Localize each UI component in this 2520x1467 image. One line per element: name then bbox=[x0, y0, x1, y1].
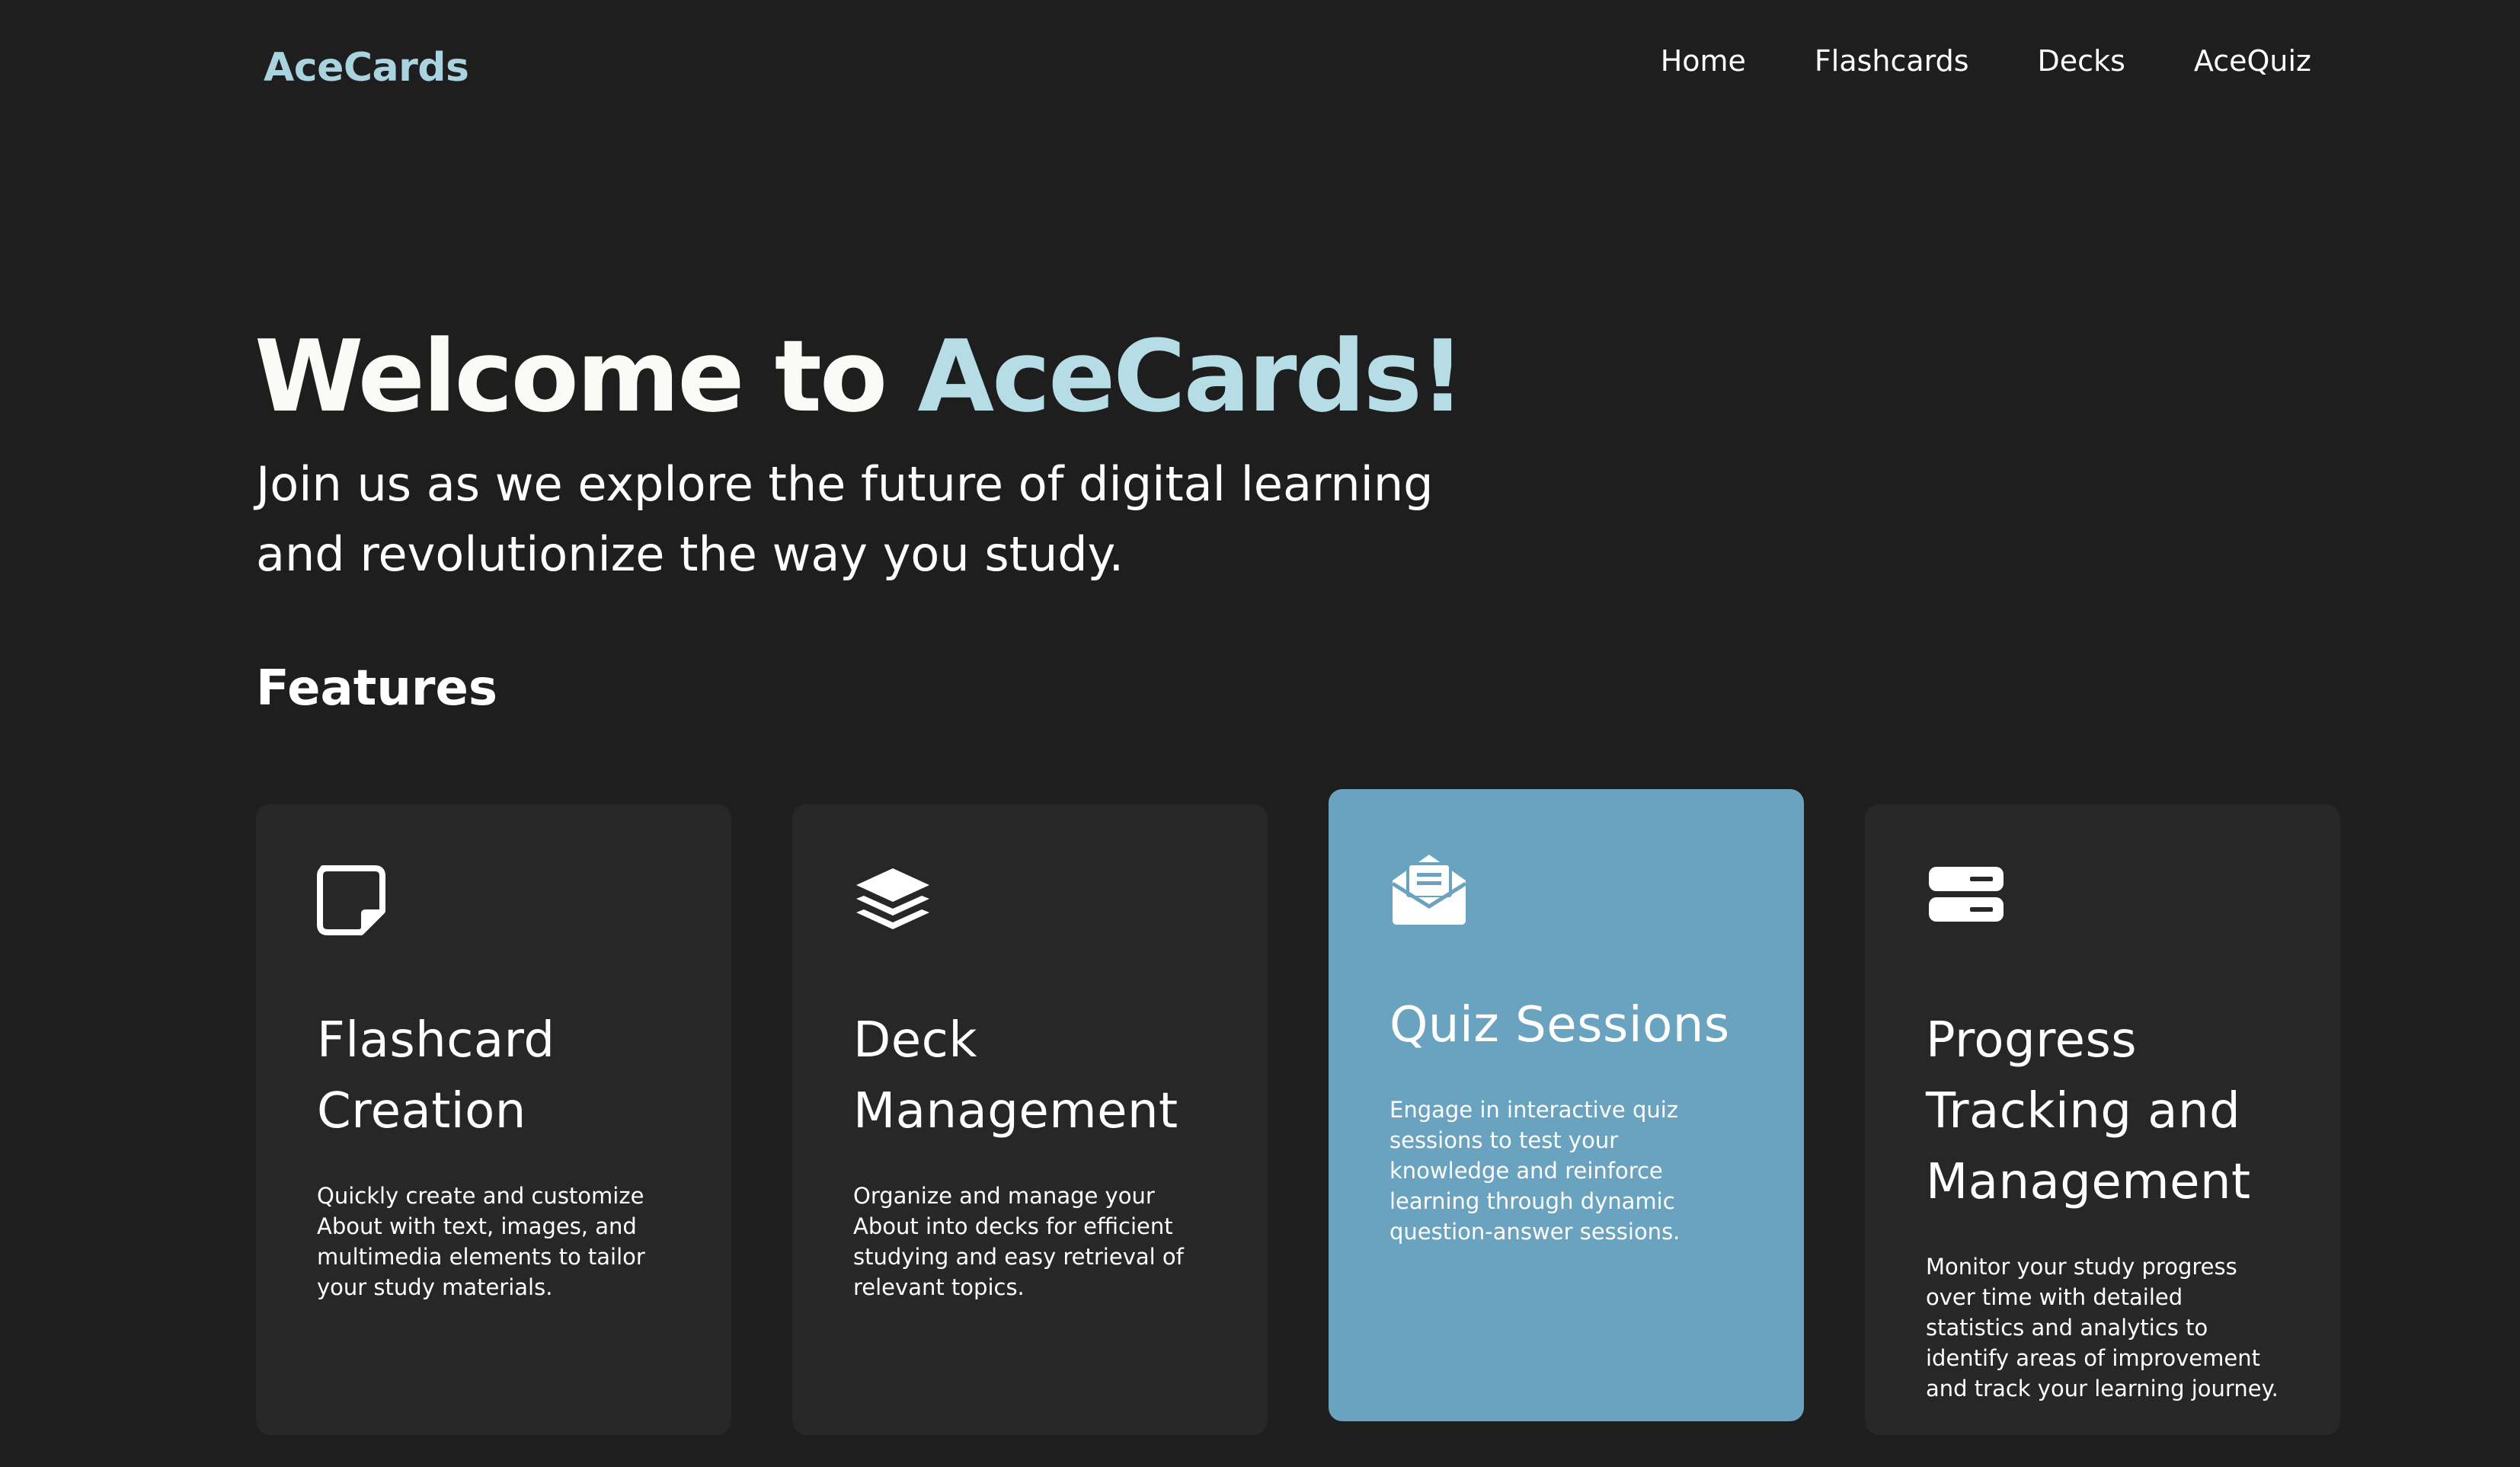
nav-link-decks[interactable]: Decks bbox=[2038, 44, 2125, 79]
feature-card-description: Organize and manage your About into deck… bbox=[853, 1183, 1184, 1300]
feature-card-quiz-sessions[interactable]: Quiz Sessions Engage in interactive quiz… bbox=[1329, 789, 1804, 1421]
hero-subtitle: Join us as we explore the future of digi… bbox=[256, 456, 1434, 582]
layers-icon bbox=[853, 865, 1207, 938]
feature-card-description: Quickly create and customize About with … bbox=[317, 1183, 645, 1300]
feature-card-title: Quiz Sessions bbox=[1390, 997, 1730, 1053]
feature-card-flashcard-creation[interactable]: Flashcard Creation Quickly create and cu… bbox=[256, 804, 731, 1435]
feature-card-description: Monitor your study progress over time wi… bbox=[1926, 1254, 2279, 1401]
feature-card-title: Deck Management bbox=[853, 1012, 1178, 1139]
hero-title: Welcome to AceCards! bbox=[254, 318, 1465, 434]
feature-card-progress-tracking[interactable]: Progress Tracking and Management Monitor… bbox=[1865, 804, 2340, 1435]
hero-title-prefix: Welcome to bbox=[254, 318, 918, 434]
envelope-open-text-icon bbox=[1390, 850, 1743, 925]
feature-card-deck-management[interactable]: Deck Management Organize and manage your… bbox=[792, 804, 1268, 1435]
features-heading: Features bbox=[256, 660, 497, 717]
nav-link-acequiz[interactable]: AceQuiz bbox=[2194, 44, 2311, 79]
feature-card-title: Progress Tracking and Management bbox=[1926, 1012, 2251, 1210]
server-icon bbox=[1926, 865, 2279, 938]
top-nav: Home Flashcards Decks AceQuiz bbox=[1661, 44, 2311, 79]
logo[interactable]: AceCards bbox=[264, 44, 469, 91]
sticky-note-icon bbox=[317, 865, 670, 938]
feature-card-title: Flashcard Creation bbox=[317, 1012, 555, 1139]
nav-link-home[interactable]: Home bbox=[1661, 44, 1746, 79]
nav-link-flashcards[interactable]: Flashcards bbox=[1815, 44, 1969, 79]
feature-card-description: Engage in interactive quiz sessions to t… bbox=[1390, 1097, 1681, 1245]
hero-title-brand: AceCards! bbox=[917, 318, 1465, 434]
